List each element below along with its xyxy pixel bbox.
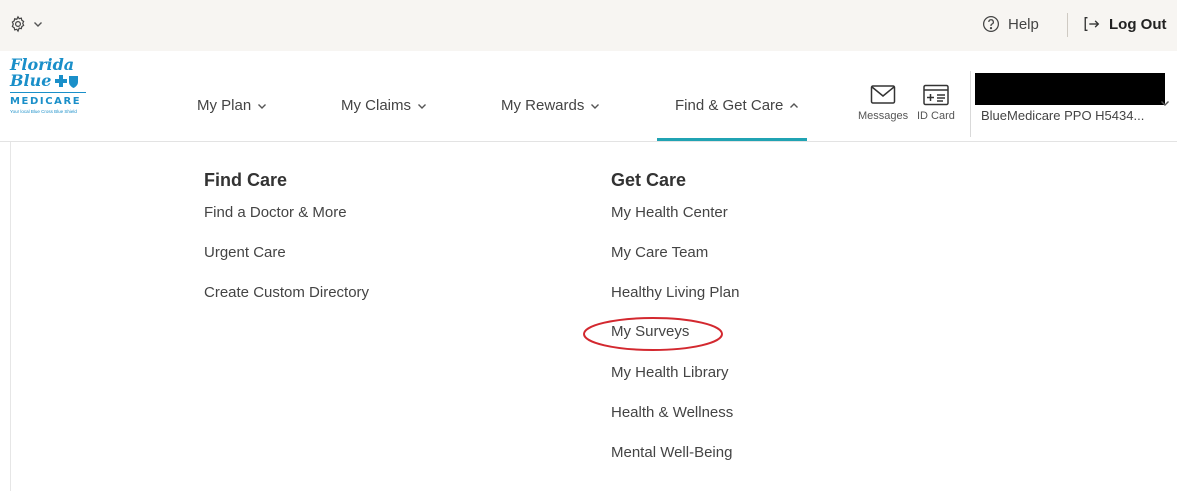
utility-bar: Help Log Out (0, 0, 1177, 51)
nav-find-get-care-label: Find & Get Care (675, 97, 784, 114)
chevron-down-icon (591, 103, 600, 109)
logout-icon (1084, 17, 1100, 31)
logo-rule (10, 92, 86, 93)
nav-active-indicator (657, 138, 807, 141)
menu-link-healthy-living-plan[interactable]: Healthy Living Plan (611, 284, 739, 301)
menu-link-health-wellness[interactable]: Health & Wellness (611, 404, 733, 421)
left-edge-line (10, 142, 11, 491)
menu-link-my-care-team[interactable]: My Care Team (611, 244, 708, 261)
chevron-down-icon (418, 103, 426, 109)
menu-link-my-surveys[interactable]: My Surveys (611, 323, 689, 340)
envelope-icon (870, 85, 896, 104)
logout-button[interactable]: Log Out (1083, 15, 1166, 33)
florida-blue-medicare-logo[interactable]: Florida Blue MEDICARE Your local Blue Cr… (10, 57, 100, 127)
menu-link-find-a-doctor[interactable]: Find a Doctor & More (204, 204, 347, 221)
account-plan-label[interactable]: BlueMedicare PPO H5434... (981, 108, 1144, 123)
settings-menu[interactable] (9, 15, 43, 33)
logout-label: Log Out (1109, 15, 1167, 33)
help-label: Help (1008, 15, 1039, 33)
nav-my-claims[interactable]: My Claims (341, 97, 427, 114)
header-divider (970, 71, 971, 137)
messages-label: Messages (858, 110, 909, 122)
account-name-redacted (975, 73, 1165, 105)
id-card-icon (923, 84, 949, 106)
menu-link-my-health-center[interactable]: My Health Center (611, 204, 728, 221)
menu-link-my-health-library[interactable]: My Health Library (611, 364, 729, 381)
find-care-title: Find Care (204, 170, 288, 190)
id-card-button[interactable]: ID Card (917, 84, 955, 122)
nav-my-claims-label: My Claims (341, 97, 411, 114)
chevron-up-icon (790, 102, 799, 108)
nav-my-rewards[interactable]: My Rewards (501, 97, 600, 114)
question-circle-icon (982, 15, 1000, 33)
nav-find-get-care[interactable]: Find & Get Care (675, 97, 799, 114)
nav-my-plan[interactable]: My Plan (197, 97, 267, 114)
gear-icon (11, 15, 25, 33)
menu-link-create-custom-directory[interactable]: Create Custom Directory (204, 284, 369, 301)
nav-my-plan-label: My Plan (197, 97, 252, 114)
chevron-down-icon (34, 22, 42, 27)
main-header: Florida Blue MEDICARE Your local Blue Cr… (0, 51, 1177, 142)
id-card-label: ID Card (917, 110, 955, 122)
logo-tagline: Your local Blue Cross Blue Shield (10, 109, 77, 114)
get-care-title: Get Care (611, 170, 687, 190)
blue-cross-shield-icon (55, 74, 79, 88)
logo-line2-row: Blue (10, 73, 100, 89)
chevron-down-icon[interactable] (1160, 99, 1170, 107)
logo-medicare: MEDICARE (10, 96, 82, 107)
menu-link-urgent-care[interactable]: Urgent Care (204, 244, 286, 261)
utility-divider (1067, 13, 1068, 37)
menu-link-mental-well-being[interactable]: Mental Well-Being (611, 444, 732, 461)
help-link[interactable]: Help (982, 15, 1039, 33)
messages-button[interactable]: Messages (858, 84, 908, 122)
logo-line2: Blue (10, 71, 52, 90)
nav-my-rewards-label: My Rewards (501, 97, 585, 114)
chevron-down-icon (258, 103, 267, 109)
